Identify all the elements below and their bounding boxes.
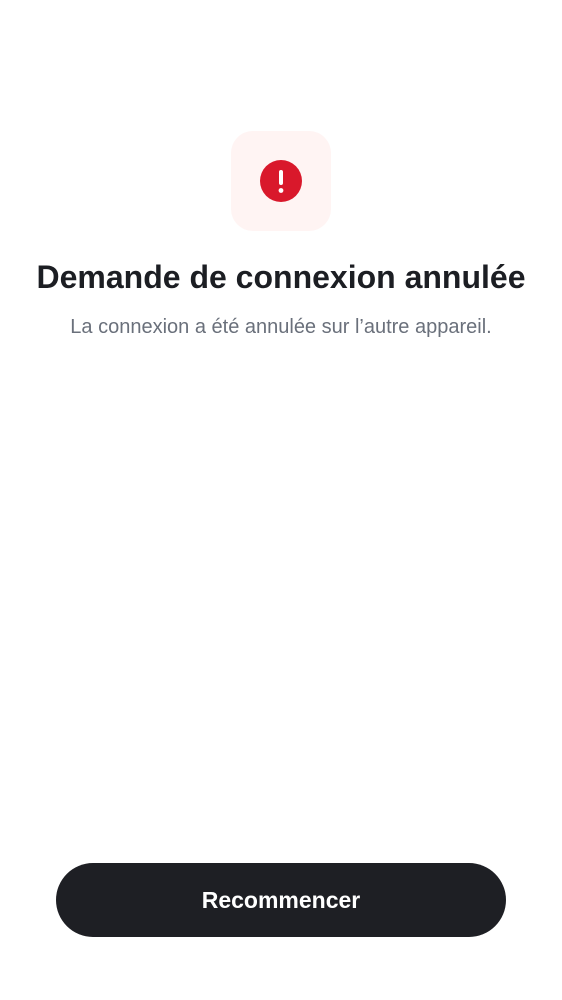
restart-button[interactable]: Recommencer xyxy=(56,863,506,937)
alert-icon-tile xyxy=(231,131,331,231)
page-subtitle: La connexion a été annulée sur l’autre a… xyxy=(70,316,492,338)
page-title: Demande de connexion annulée xyxy=(36,259,526,295)
cancelled-login-screen: Demande de connexion annulée La connexio… xyxy=(0,0,562,1000)
exclamation-circle-icon xyxy=(260,160,302,202)
